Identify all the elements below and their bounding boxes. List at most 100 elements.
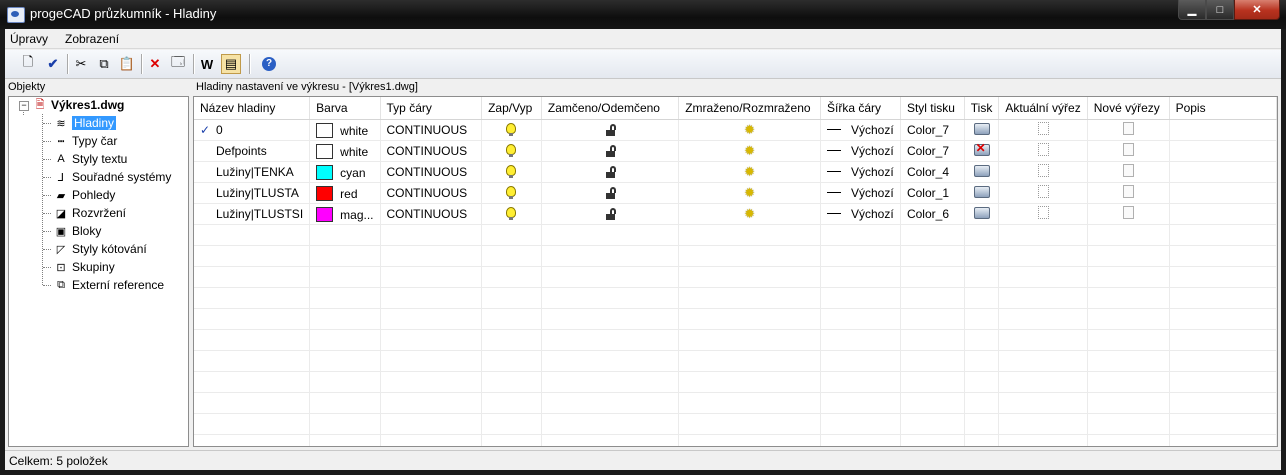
column-header[interactable]: Zap/Vyp <box>481 97 542 120</box>
table-row[interactable]: ✓ 0 white CONTINUOUS ✹ Výchozí Color_7 <box>194 119 1277 141</box>
column-header[interactable]: Název hladiny <box>194 97 311 120</box>
freeze-cell[interactable]: ✹ <box>678 203 821 225</box>
tree-item-extern-reference[interactable]: ⧉ Externí reference <box>53 276 164 294</box>
plotstyle-cell[interactable]: Color_4 <box>900 161 965 183</box>
new-viewports-cell[interactable] <box>1087 203 1170 225</box>
on-off-cell[interactable] <box>481 119 542 141</box>
freeze-cell[interactable]: ✹ <box>678 119 821 141</box>
unlocked-padlock-icon[interactable] <box>605 124 616 136</box>
lineweight-cell[interactable]: Výchozí <box>820 140 901 162</box>
freeze-cell[interactable]: ✹ <box>678 161 821 183</box>
current-viewport-cell[interactable] <box>998 140 1088 162</box>
copy-icon[interactable]: ⧉ <box>94 54 114 74</box>
viewport-freeze-icon[interactable] <box>1037 143 1049 156</box>
lightbulb-on-icon[interactable] <box>506 186 517 199</box>
lock-cell[interactable] <box>541 161 680 183</box>
linetype-cell[interactable]: CONTINUOUS <box>380 182 483 204</box>
viewport-freeze-icon[interactable] <box>1037 164 1049 177</box>
properties-icon[interactable]: 🗔 <box>168 54 188 74</box>
set-current-icon[interactable]: ✔ <box>43 54 63 74</box>
column-header[interactable]: Tisk <box>964 97 1000 120</box>
new-viewport-icon[interactable] <box>1122 185 1134 198</box>
details-view-icon[interactable]: ▤ <box>221 54 241 74</box>
menu-upravy[interactable]: Úpravy <box>10 32 48 46</box>
column-header[interactable]: Nové výřezy <box>1087 97 1170 120</box>
lineweight-cell[interactable]: Výchozí <box>820 182 901 204</box>
description-cell[interactable] <box>1169 140 1277 162</box>
lock-cell[interactable] <box>541 203 680 225</box>
on-off-cell[interactable] <box>481 161 542 183</box>
viewport-freeze-icon[interactable] <box>1037 122 1049 135</box>
new-viewports-cell[interactable] <box>1087 140 1170 162</box>
tree-root[interactable]: 🗎 Výkres1.dwg <box>32 97 125 114</box>
lightbulb-on-icon[interactable] <box>506 144 517 157</box>
description-cell[interactable] <box>1169 161 1277 183</box>
column-header[interactable]: Styl tisku <box>900 97 965 120</box>
tree-item-rozvr-en-[interactable]: ◪ Rozvržení <box>53 204 126 222</box>
printer-disabled-icon[interactable] <box>973 141 990 156</box>
layer-name-cell[interactable]: Lužiny|TLUSTA <box>194 182 311 204</box>
help-icon[interactable]: ? <box>259 54 279 74</box>
current-viewport-cell[interactable] <box>998 203 1088 225</box>
description-cell[interactable] <box>1169 182 1277 204</box>
plotstyle-cell[interactable]: Color_7 <box>900 140 965 162</box>
freeze-cell[interactable]: ✹ <box>678 140 821 162</box>
new-layer-icon[interactable]: 🗋 <box>18 54 38 74</box>
unlocked-padlock-icon[interactable] <box>605 145 616 157</box>
color-cell[interactable]: white <box>309 119 381 141</box>
printer-icon[interactable] <box>973 185 990 198</box>
linetype-cell[interactable]: CONTINUOUS <box>380 119 483 141</box>
tree-item-styly-k-tov-n-[interactable]: ◸ Styly kótování <box>53 240 147 258</box>
freeze-cell[interactable]: ✹ <box>678 182 821 204</box>
linetype-cell[interactable]: CONTINUOUS <box>380 203 483 225</box>
color-cell[interactable]: white <box>309 140 381 162</box>
web-icon[interactable]: W <box>197 54 217 74</box>
paste-icon[interactable]: 📋 <box>117 54 137 74</box>
thawed-sun-icon[interactable]: ✹ <box>744 122 755 137</box>
tree-item-styly-textu[interactable]: A Styly textu <box>53 150 127 168</box>
new-viewport-icon[interactable] <box>1122 164 1134 177</box>
plot-cell[interactable] <box>964 140 1000 162</box>
layer-name-cell[interactable]: Lužiny|TENKA <box>194 161 311 183</box>
tree-item-hladiny[interactable]: ≋ Hladiny <box>53 114 117 132</box>
thawed-sun-icon[interactable]: ✹ <box>744 185 755 200</box>
plotstyle-cell[interactable]: Color_1 <box>900 182 965 204</box>
plotstyle-cell[interactable]: Color_7 <box>900 119 965 141</box>
unlocked-padlock-icon[interactable] <box>605 187 616 199</box>
tree-item-typy-ar[interactable]: ┅ Typy čar <box>53 132 118 150</box>
lightbulb-on-icon[interactable] <box>506 123 517 136</box>
thawed-sun-icon[interactable]: ✹ <box>744 164 755 179</box>
plotstyle-cell[interactable]: Color_6 <box>900 203 965 225</box>
description-cell[interactable] <box>1169 203 1277 225</box>
minimize-button[interactable]: ▁ <box>1178 0 1206 20</box>
new-viewports-cell[interactable] <box>1087 182 1170 204</box>
cut-icon[interactable]: ✂ <box>71 54 91 74</box>
close-button[interactable]: ✕ <box>1234 0 1280 20</box>
current-viewport-cell[interactable] <box>998 182 1088 204</box>
color-cell[interactable]: cyan <box>309 161 381 183</box>
thawed-sun-icon[interactable]: ✹ <box>744 206 755 221</box>
linetype-cell[interactable]: CONTINUOUS <box>380 140 483 162</box>
plot-cell[interactable] <box>964 182 1000 204</box>
delete-icon[interactable]: ✕ <box>145 54 165 74</box>
color-cell[interactable]: red <box>309 182 381 204</box>
viewport-freeze-icon[interactable] <box>1037 185 1049 198</box>
layer-name-cell[interactable]: ✓ 0 <box>194 119 311 141</box>
lock-cell[interactable] <box>541 182 680 204</box>
tree-item-sou-adn-syst-my[interactable]: ⅃ Souřadné systémy <box>53 168 171 186</box>
plot-cell[interactable] <box>964 203 1000 225</box>
current-viewport-cell[interactable] <box>998 119 1088 141</box>
unlocked-padlock-icon[interactable] <box>605 208 616 220</box>
viewport-freeze-icon[interactable] <box>1037 206 1049 219</box>
lightbulb-on-icon[interactable] <box>506 165 517 178</box>
table-row[interactable]: Lužiny|TENKA cyan CONTINUOUS ✹ Výchozí Color_… <box>194 161 1277 183</box>
lightbulb-on-icon[interactable] <box>506 207 517 220</box>
tree-item-skupiny[interactable]: ⊡ Skupiny <box>53 258 114 276</box>
table-row[interactable]: Lužiny|TLUSTSI mag... CONTINUOUS ✹ Výchozí Co… <box>194 203 1277 225</box>
tree-item-bloky[interactable]: ▣ Bloky <box>53 222 102 240</box>
description-cell[interactable] <box>1169 119 1277 141</box>
color-cell[interactable]: mag... <box>309 203 381 225</box>
thawed-sun-icon[interactable]: ✹ <box>744 143 755 158</box>
printer-icon[interactable] <box>973 122 990 135</box>
column-header[interactable]: Šířka čáry <box>820 97 901 120</box>
